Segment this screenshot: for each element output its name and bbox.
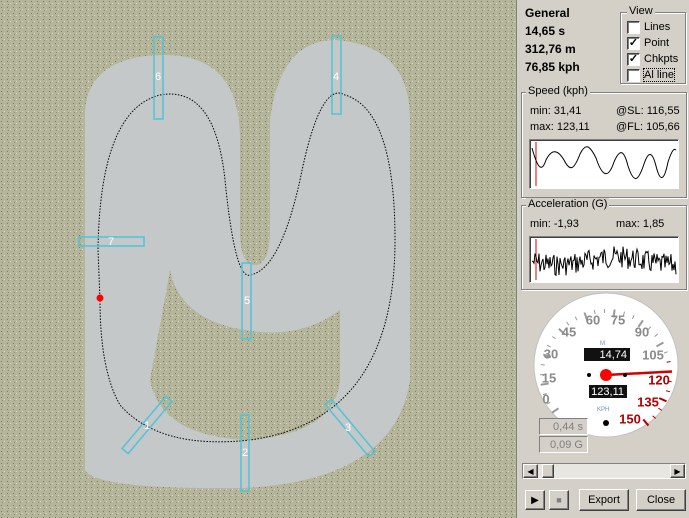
speedometer-gauge: 0 15 30 45 60 75 90 105 120 135 150 M 14… xyxy=(533,292,679,438)
general-distance: 312,76 m xyxy=(525,42,576,56)
general-speed: 76,85 kph xyxy=(525,60,580,74)
acceleration-group: Acceleration (G) min: -1,93 max: 1,85 xyxy=(521,198,687,290)
stop-button[interactable]: ■ xyxy=(549,490,569,510)
car-position-marker xyxy=(96,294,104,302)
acceleration-group-title: Acceleration (G) xyxy=(526,198,610,210)
speed-group: Speed (kph) min: 31,41 @SL: 116,55 max: … xyxy=(521,85,687,198)
track-view[interactable]: 1 2 3 4 5 6 7 xyxy=(0,0,516,518)
general-time: 14,65 s xyxy=(525,24,566,38)
side-panel: General 14,65 s 312,76 m 76,85 kph View … xyxy=(516,0,689,518)
accel-min: min: -1,93 xyxy=(530,218,579,230)
gauge-label-45: 45 xyxy=(561,324,577,340)
svg-text:4: 4 xyxy=(333,71,339,83)
gauge-label-90: 90 xyxy=(634,324,650,340)
gauge-lcd-top: 14,74 xyxy=(584,348,630,361)
view-chkpts-option[interactable]: ✓ Chkpts xyxy=(627,52,678,66)
view-al-line-option[interactable]: Al line xyxy=(627,68,675,82)
svg-text:1: 1 xyxy=(144,420,150,432)
scroll-right-button[interactable]: ▶ xyxy=(670,464,685,478)
gauge-tick xyxy=(540,363,545,366)
close-button[interactable]: Close xyxy=(636,489,686,511)
gauge-label-120: 120 xyxy=(648,372,670,388)
speed-max: max: 123,11 xyxy=(530,121,590,133)
view-group: View Lines ✓ Point ✓ Chkpts Al line xyxy=(620,5,686,84)
svg-text:3: 3 xyxy=(345,422,351,434)
gauge-label-15: 15 xyxy=(541,370,557,386)
gauge-lcd-bottom: 123,11 xyxy=(589,385,627,398)
svg-text:5: 5 xyxy=(244,295,250,307)
view-lines-option[interactable]: Lines xyxy=(627,20,670,34)
speed-min: min: 31,41 xyxy=(530,105,582,117)
general-title: General xyxy=(525,6,570,20)
al-line-checkbox[interactable] xyxy=(627,68,640,82)
gauge-unit-m: M xyxy=(600,341,605,347)
svg-text:2: 2 xyxy=(242,447,248,459)
gauge-label-150: 150 xyxy=(619,411,641,427)
gauge-unit-kph: KPH xyxy=(597,407,610,413)
gauge-label-30: 30 xyxy=(543,346,559,362)
g-readout: 0,09 G xyxy=(539,436,588,453)
svg-text:7: 7 xyxy=(108,236,114,248)
play-button[interactable]: ▶ xyxy=(525,490,545,510)
acceleration-graph xyxy=(529,236,679,283)
gauge-label-60: 60 xyxy=(585,312,601,328)
speed-graph xyxy=(529,139,679,189)
point-checkbox[interactable]: ✓ xyxy=(627,36,640,50)
speed-sl: @SL: 116,55 xyxy=(616,105,680,117)
gauge-label-75: 75 xyxy=(610,312,626,328)
track-map: 1 2 3 4 5 6 7 xyxy=(0,0,516,518)
playback-scrollbar[interactable]: ◀ ▶ xyxy=(522,463,686,479)
scroll-thumb[interactable] xyxy=(541,464,554,478)
svg-text:6: 6 xyxy=(155,71,161,83)
lines-checkbox[interactable] xyxy=(627,20,640,34)
view-group-title: View xyxy=(627,5,655,17)
scroll-left-button[interactable]: ◀ xyxy=(523,464,538,478)
export-button[interactable]: Export xyxy=(579,489,629,511)
speed-group-title: Speed (kph) xyxy=(526,85,590,97)
view-point-option[interactable]: ✓ Point xyxy=(627,36,669,50)
accel-max: max: 1,85 xyxy=(616,218,665,230)
gauge-label-105: 105 xyxy=(642,347,664,363)
gauge-label-135: 135 xyxy=(637,394,659,410)
chkpts-checkbox[interactable]: ✓ xyxy=(627,52,640,66)
speed-fl: @FL: 105,66 xyxy=(616,121,680,133)
time-readout: 0,44 s xyxy=(539,418,588,435)
gauge-label-0: 0 xyxy=(542,391,550,407)
